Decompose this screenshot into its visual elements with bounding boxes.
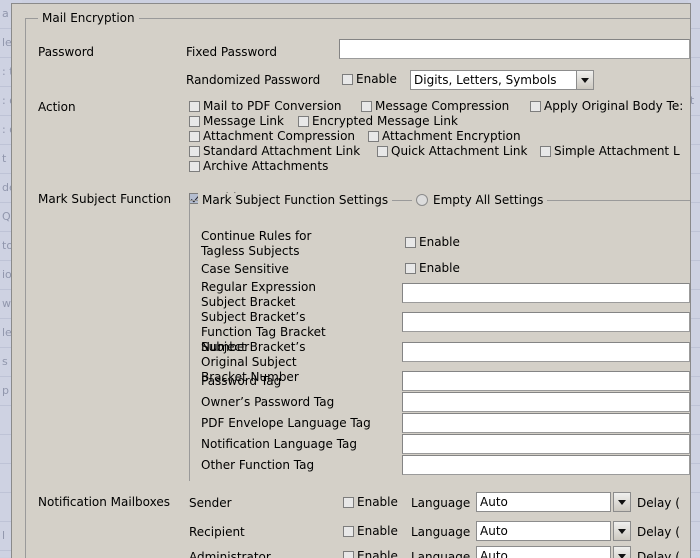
action-checkbox-mail-to-pdf-conversion[interactable]: Mail to PDF Conversion xyxy=(189,100,342,113)
pdf-envelope-language-tag-input[interactable] xyxy=(402,413,690,433)
checkbox-icon xyxy=(189,131,200,142)
subject-bracket-original-subject-bracket-number-input[interactable] xyxy=(402,342,690,362)
randomized-password-enable-checkbox[interactable]: Enable xyxy=(342,73,397,86)
section-label-password: Password xyxy=(38,45,95,59)
radio-unselected-icon xyxy=(416,194,428,206)
case-sensitive-enable-checkbox[interactable]: Enable xyxy=(405,262,460,275)
action-checkbox-archive-attachments[interactable]: Archive Attachments xyxy=(189,160,328,173)
checkbox-icon xyxy=(189,146,200,157)
notification-administrator-language-combobox[interactable]: Auto xyxy=(476,546,631,558)
randomized-password-charset-value: Digits, Letters, Symbols xyxy=(410,70,577,90)
checkbox-icon xyxy=(405,237,416,248)
checkbox-label: Simple Attachment L xyxy=(554,144,680,158)
notification-language-tag-label: Notification Language Tag xyxy=(201,437,358,451)
checkbox-label: Standard Attachment Link xyxy=(203,144,361,158)
notification-recipient-enable-checkbox[interactable]: Enable xyxy=(343,525,398,538)
checkbox-icon xyxy=(189,101,200,112)
checkbox-label: Message Link xyxy=(203,114,284,128)
continue-rules-tagless-subjects-enable-checkbox[interactable]: Enable xyxy=(405,236,460,249)
other-function-tag-label: Other Function Tag xyxy=(201,458,315,472)
notification-sender-language-value: Auto xyxy=(476,492,611,512)
notification-sender-delay-label: Delay ( xyxy=(637,496,680,510)
action-checkbox-quick-attachment-link[interactable]: Quick Attachment Link xyxy=(377,145,527,158)
chevron-down-icon[interactable] xyxy=(613,521,631,541)
notification-sender-language-combobox[interactable]: Auto xyxy=(476,492,631,512)
checkbox-icon xyxy=(343,526,354,537)
checkbox-icon xyxy=(298,116,309,127)
checkbox-icon xyxy=(189,161,200,172)
checkbox-icon xyxy=(368,131,379,142)
mail-encryption-groupbox-title: Mail Encryption xyxy=(38,11,139,25)
action-checkbox-attachment-encryption[interactable]: Attachment Encryption xyxy=(368,130,521,143)
checkbox-label: Apply Original Body Te: xyxy=(544,99,684,113)
checkbox-icon xyxy=(343,497,354,508)
checkbox-label: Encrypted Message Link xyxy=(312,114,458,128)
section-label-notification-mailboxes: Notification Mailboxes xyxy=(38,495,170,509)
password-tag-label: Password Tag xyxy=(201,374,282,388)
notification-sender-language-label: Language xyxy=(411,496,471,510)
action-checkbox-simple-attachment-link[interactable]: Simple Attachment L xyxy=(540,145,680,158)
section-label-mark-subject-function: Mark Subject Function xyxy=(38,192,172,206)
section-label-action: Action xyxy=(38,100,76,114)
checkbox-label: Attachment Encryption xyxy=(382,129,521,143)
notification-recipient-language-combobox[interactable]: Auto xyxy=(476,521,631,541)
checkbox-icon xyxy=(540,146,551,157)
action-checkbox-apply-original-body-text[interactable]: Apply Original Body Te: xyxy=(530,100,683,113)
regular-expression-subject-bracket-input[interactable] xyxy=(402,283,690,303)
randomized-password-charset-combobox[interactable]: Digits, Letters, Symbols xyxy=(410,70,594,90)
owners-password-tag-input[interactable] xyxy=(402,392,690,412)
owners-password-tag-label: Owner’s Password Tag xyxy=(201,395,335,409)
mark-subject-function-settings-title: Mark Subject Function Settings xyxy=(198,193,393,207)
action-checkbox-attachment-compression[interactable]: Attachment Compression xyxy=(189,130,355,143)
chevron-down-icon[interactable] xyxy=(576,70,594,90)
checkbox-label: Archive Attachments xyxy=(203,159,329,173)
action-checkbox-message-link[interactable]: Message Link xyxy=(189,115,284,128)
checkbox-icon xyxy=(530,101,541,112)
password-tag-input[interactable] xyxy=(402,371,690,391)
notification-row-sender-label: Sender xyxy=(189,496,232,510)
action-checkbox-message-compression[interactable]: Message Compression xyxy=(361,100,509,113)
chevron-down-icon[interactable] xyxy=(613,492,631,512)
checkbox-icon xyxy=(361,101,372,112)
mail-encryption-settings-dialog: Mail Encryption Password Fixed Password … xyxy=(11,3,691,558)
checkbox-icon xyxy=(342,74,353,85)
checkbox-label: Quick Attachment Link xyxy=(391,144,528,158)
empty-all-settings-label: Empty All Settings xyxy=(433,193,544,207)
notification-recipient-language-label: Language xyxy=(411,525,471,539)
subject-bracket-function-tag-bracket-number-input[interactable] xyxy=(402,312,690,332)
checkbox-label: Enable xyxy=(419,261,460,275)
empty-all-settings-radio[interactable]: Empty All Settings xyxy=(412,193,548,207)
checkbox-label: Attachment Compression xyxy=(203,129,356,143)
continue-rules-tagless-subjects-label: Continue Rules for Tagless Subjects xyxy=(201,229,312,258)
other-function-tag-input[interactable] xyxy=(402,455,690,475)
checkbox-icon xyxy=(377,146,388,157)
notification-language-tag-input[interactable] xyxy=(402,434,690,454)
checkbox-label: Enable xyxy=(357,495,398,509)
notification-row-recipient-label: Recipient xyxy=(189,525,245,539)
checkbox-icon xyxy=(189,116,200,127)
randomized-password-label: Randomized Password xyxy=(186,73,321,87)
checkbox-label: Enable xyxy=(419,235,460,249)
notification-sender-enable-checkbox[interactable]: Enable xyxy=(343,496,398,509)
fixed-password-label: Fixed Password xyxy=(186,45,277,59)
checkbox-icon xyxy=(405,263,416,274)
checkbox-label: Message Compression xyxy=(375,99,510,113)
notification-recipient-delay-label: Delay ( xyxy=(637,525,680,539)
pdf-envelope-language-tag-label: PDF Envelope Language Tag xyxy=(201,416,371,430)
case-sensitive-label: Case Sensitive xyxy=(201,262,289,276)
chevron-down-icon[interactable] xyxy=(613,546,631,558)
regular-expression-subject-bracket-label: Regular Expression Subject Bracket xyxy=(201,280,316,309)
notification-administrator-language-value: Auto xyxy=(476,546,611,558)
checkbox-label: Enable xyxy=(357,524,398,538)
checkbox-label: Mail to PDF Conversion xyxy=(203,99,342,113)
notification-recipient-language-value: Auto xyxy=(476,521,611,541)
randomized-password-enable-label: Enable xyxy=(356,72,397,86)
fixed-password-input[interactable] xyxy=(339,39,690,59)
action-checkbox-standard-attachment-link[interactable]: Standard Attachment Link xyxy=(189,145,360,158)
action-checkbox-encrypted-message-link[interactable]: Encrypted Message Link xyxy=(298,115,458,128)
